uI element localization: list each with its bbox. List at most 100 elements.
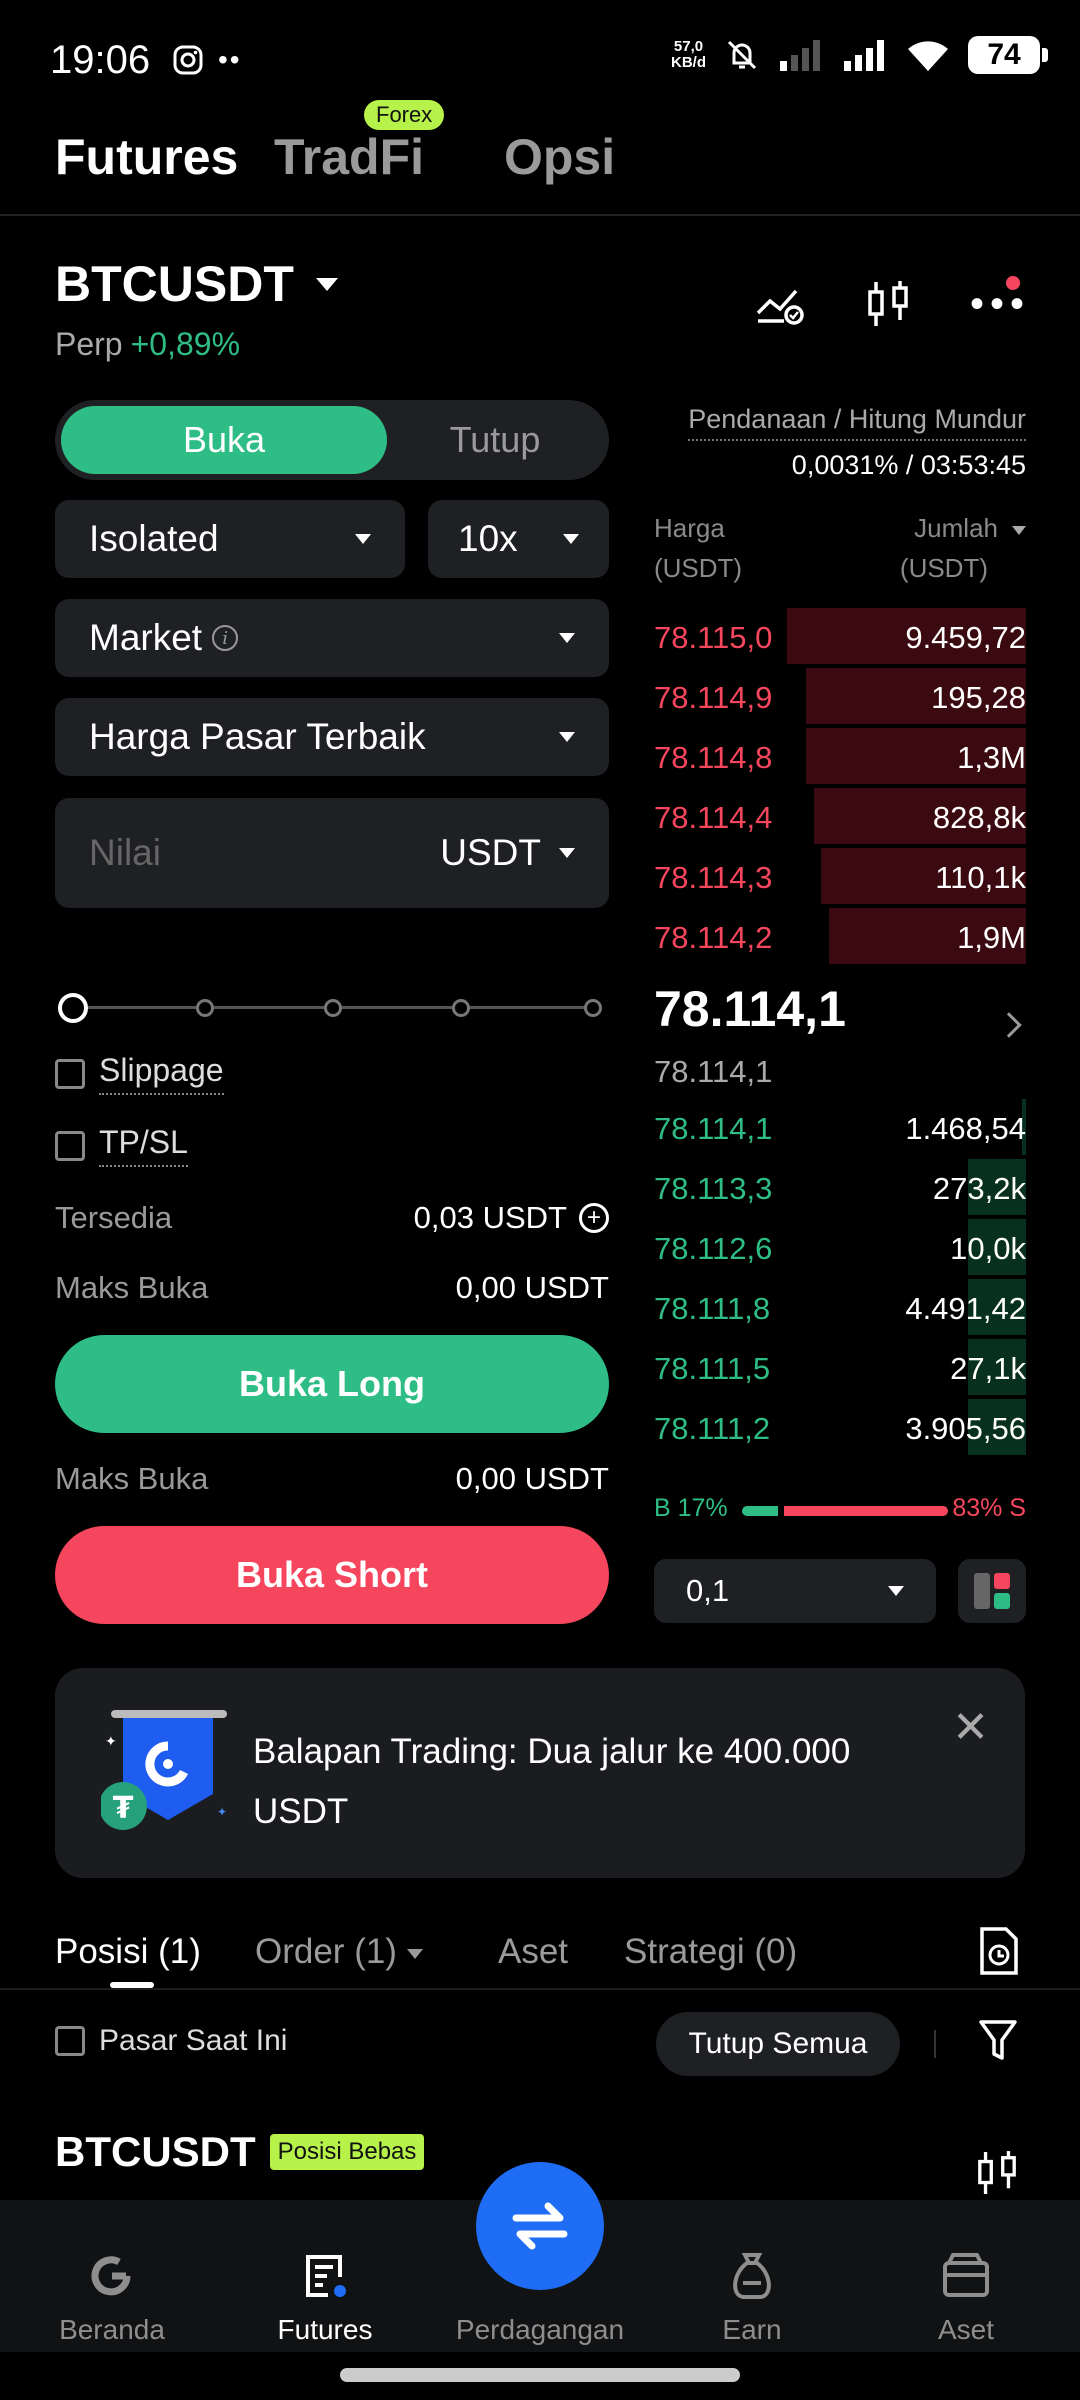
depth-step-value: 0,1: [686, 1573, 730, 1608]
chevron-down-icon[interactable]: [559, 848, 575, 858]
promo-banner[interactable]: ₮ ✦ ✦ Balapan Trading: Dua jalur ke 400.…: [55, 1668, 1025, 1878]
ask-row[interactable]: 78.114,4 828,8k: [640, 788, 1026, 844]
candlestick-chart-icon[interactable]: [866, 280, 910, 328]
bid-row[interactable]: 78.114,1 1.468,54: [640, 1099, 1026, 1155]
tab-opsi[interactable]: Opsi: [504, 128, 615, 186]
row-quantity: 273,2k: [932, 1171, 1026, 1206]
price-mode-select[interactable]: Harga Pasar Terbaik: [55, 698, 609, 776]
row-quantity: 1,3M: [957, 740, 1026, 775]
filter-icon[interactable]: [978, 2018, 1018, 2062]
orderbook-layout-button[interactable]: [958, 1559, 1026, 1623]
last-price: 78.114,1: [654, 981, 846, 1037]
ask-row[interactable]: 78.114,8 1,3M: [640, 728, 1026, 784]
bid-row[interactable]: 78.111,8 4.491,42: [640, 1279, 1026, 1335]
margin-mode-select[interactable]: Isolated: [55, 500, 405, 578]
swap-icon: [512, 2202, 568, 2250]
row-quantity: 828,8k: [932, 800, 1026, 835]
slider-step[interactable]: [584, 999, 602, 1017]
leverage-select[interactable]: 10x: [428, 500, 609, 578]
tab-futures[interactable]: Futures: [55, 128, 238, 186]
nav-home[interactable]: Beranda: [12, 2248, 212, 2346]
leverage-value: 10x: [458, 518, 518, 559]
info-icon[interactable]: i: [212, 625, 239, 651]
slider-step[interactable]: [196, 999, 214, 1017]
max-open-label: Maks Buka: [55, 1270, 209, 1305]
row-price: 78.112,6: [654, 1231, 773, 1266]
close-all-button[interactable]: Tutup Semua: [656, 2012, 900, 2076]
bid-row[interactable]: 78.113,3 273,2k: [640, 1159, 1026, 1215]
open-tab[interactable]: Buka: [61, 406, 387, 474]
nav-futures[interactable]: Futures: [225, 2248, 425, 2346]
chevron-right-icon[interactable]: [996, 1012, 1022, 1038]
tab-tradfi[interactable]: TradFi: [274, 128, 424, 186]
svg-text:₮: ₮: [113, 1791, 134, 1826]
amount-unit[interactable]: USDT: [440, 832, 541, 874]
tab-assets[interactable]: Aset: [498, 1932, 568, 1972]
max-open-short-row: Maks Buka 0,00 USDT: [55, 1461, 609, 1497]
ask-row[interactable]: 78.114,2 1,9M: [640, 908, 1026, 964]
bid-row[interactable]: 78.112,6 10,0k: [640, 1219, 1026, 1275]
slider-handle[interactable]: [58, 993, 88, 1023]
slider-step[interactable]: [324, 999, 342, 1017]
add-funds-icon[interactable]: +: [579, 1203, 609, 1233]
candlestick-chart-icon[interactable]: [976, 2150, 1018, 2196]
tpsl-checkbox[interactable]: [55, 1130, 85, 1161]
tab-orders[interactable]: Order (1): [255, 1932, 423, 1972]
nav-earn[interactable]: Earn: [652, 2248, 852, 2346]
tab-strategies[interactable]: Strategi (0): [624, 1932, 797, 1972]
more-notifications-icon: ••: [218, 44, 242, 75]
pair-selector[interactable]: BTCUSDT: [55, 255, 338, 313]
active-tab-indicator: [110, 1982, 154, 1988]
trade-fab-button[interactable]: [476, 2162, 604, 2290]
signal-weak-icon: [780, 40, 820, 71]
market-type-tabs: Futures TradFi Opsi: [0, 110, 1080, 216]
ask-row[interactable]: 78.114,3 110,1k: [640, 848, 1026, 904]
nav-assets[interactable]: Aset: [866, 2248, 1066, 2346]
tab-positions[interactable]: Posisi (1): [55, 1932, 201, 1972]
chevron-down-icon: [559, 732, 575, 742]
open-long-button[interactable]: Buka Long: [55, 1335, 609, 1433]
current-market-filter[interactable]: Pasar Saat Ini: [55, 2024, 287, 2058]
amount-placeholder: Nilai: [89, 832, 161, 873]
ask-row[interactable]: 78.115,0 9.459,72: [640, 608, 1026, 664]
buy-sell-ratio: B 17% 83% S: [654, 1494, 1026, 1524]
more-icon[interactable]: •••: [970, 284, 1030, 324]
contract-type: Perp: [55, 326, 123, 362]
funding-value: 0,0031% / 03:53:45: [791, 450, 1026, 480]
wifi-icon: [908, 41, 948, 71]
order-type-select[interactable]: Market i: [55, 599, 609, 677]
chevron-down-icon: [1012, 525, 1026, 535]
available-row: Tersedia 0,03 USDT +: [55, 1200, 609, 1236]
mark-price: 78.114,1: [654, 1054, 773, 1089]
notification-dot: [1006, 276, 1020, 290]
row-quantity: 10,0k: [950, 1231, 1026, 1266]
status-bar: 19:06 •• 57,0 KB/d 74: [0, 0, 1080, 110]
open-short-button[interactable]: Buka Short: [55, 1526, 609, 1624]
slider-step[interactable]: [452, 999, 470, 1017]
tpsl-option[interactable]: TP/SL: [55, 1124, 188, 1167]
row-quantity: 9.459,72: [905, 620, 1026, 655]
slippage-option[interactable]: Slippage: [55, 1052, 224, 1095]
close-tab[interactable]: Tutup: [387, 406, 603, 474]
price-mode-value: Harga Pasar Terbaik: [89, 716, 426, 757]
funding-label[interactable]: Pendanaan / Hitung Mundur: [688, 404, 1026, 441]
row-quantity: 1.468,54: [905, 1111, 1026, 1146]
quantity-column-header[interactable]: Jumlah (USDT): [900, 508, 1026, 588]
ask-row[interactable]: 78.114,9 195,28: [640, 668, 1026, 724]
home-icon: [91, 2256, 131, 2296]
bid-row[interactable]: 78.111,5 27,1k: [640, 1339, 1026, 1395]
chart-alert-icon[interactable]: [756, 281, 806, 327]
futures-icon: [306, 2255, 346, 2297]
max-open-long-row: Maks Buka 0,00 USDT: [55, 1270, 609, 1306]
current-market-checkbox[interactable]: [55, 2026, 85, 2056]
depth-step-select[interactable]: 0,1: [654, 1559, 936, 1623]
chevron-down-icon: [355, 534, 371, 544]
row-price: 78.114,2: [654, 920, 773, 955]
position-card-header: BTCUSDT Posisi Bebas: [55, 2128, 425, 2176]
history-icon[interactable]: [976, 1926, 1022, 1976]
bid-row[interactable]: 78.111,2 3.905,56: [640, 1399, 1026, 1455]
slippage-checkbox[interactable]: [55, 1058, 85, 1089]
close-icon[interactable]: ✕: [952, 1702, 989, 1753]
earn-icon: [733, 2253, 771, 2299]
amount-input[interactable]: Nilai USDT: [55, 798, 609, 908]
